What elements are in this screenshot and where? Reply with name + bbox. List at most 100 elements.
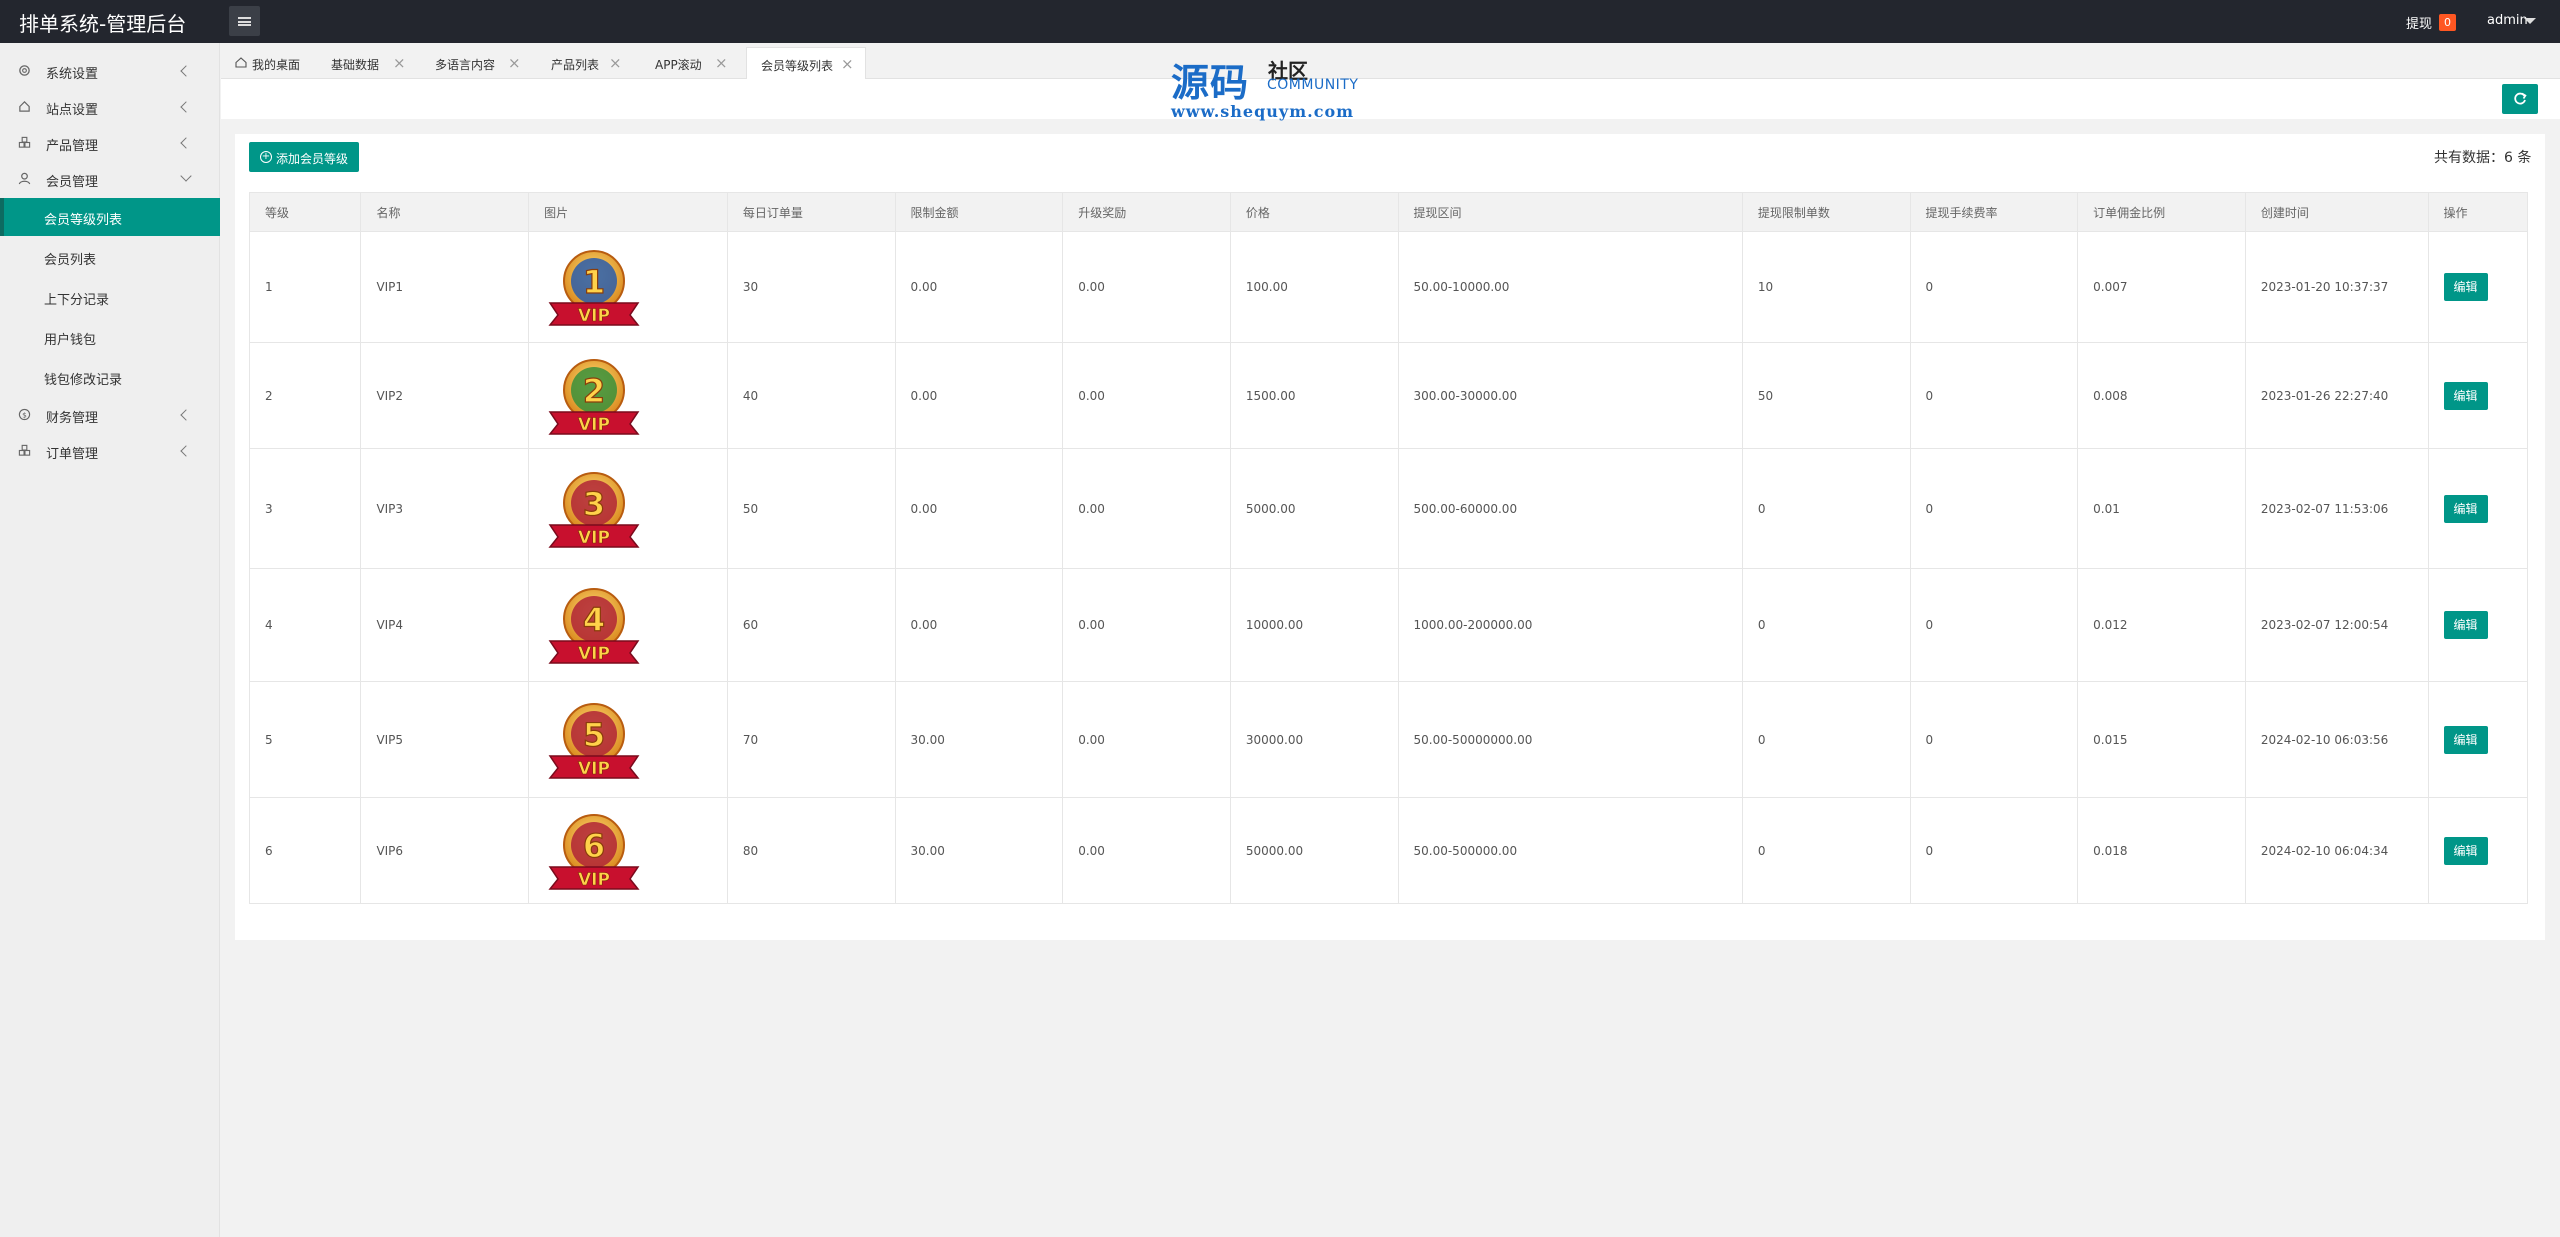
table-cell-price: 10000.00 — [1229, 568, 1399, 682]
column-header: 升级奖励 — [1062, 192, 1231, 232]
edit-button[interactable]: 编辑 — [2443, 836, 2488, 865]
table-cell-actions: 编辑 — [2427, 797, 2529, 904]
table-cell-fee: 0 — [1909, 681, 2079, 798]
column-header: 价格 — [1229, 192, 1399, 232]
svg-text:VIP: VIP — [578, 759, 610, 779]
record-count: 共有数据：6 条 — [2434, 150, 2532, 166]
table-row: 1 VIP1 1 VIP 30 0.00 0.00 100.00 50.00-10000.00 1… — [248, 231, 2529, 343]
sidebar-subitem-balance-records[interactable]: 上下分记录 — [0, 278, 220, 316]
table-cell-limit: 0.00 — [894, 231, 1064, 343]
withdraw-count-badge: 0 — [2439, 14, 2456, 31]
add-member-level-button[interactable]: + 添加会员等级 — [249, 142, 359, 172]
edit-button[interactable]: 编辑 — [2443, 725, 2488, 754]
table-cell-reward: 0.00 — [1062, 681, 1231, 798]
tab-member-levels[interactable]: 会员等级列表 × — [746, 47, 866, 79]
table-row: 6 VIP6 6 VIP 80 30.00 0.00 50000.00 50.00-500000… — [248, 797, 2529, 904]
table-row: 4 VIP4 4 VIP 60 0.00 0.00 10000.00 1000.00-20000… — [248, 568, 2529, 682]
sidebar-subitem-member-list[interactable]: 会员列表 — [0, 238, 220, 276]
edit-button[interactable]: 编辑 — [2443, 381, 2488, 410]
sidebar-subitem-member-levels[interactable]: 会员等级列表 — [0, 198, 220, 236]
top-bar: 排单系统-管理后台 提现 0 admin — [0, 0, 2560, 43]
table-cell-level: 2 — [248, 342, 362, 449]
table-cell-price: 1500.00 — [1229, 342, 1399, 449]
sidebar-item-finance-management[interactable]: $ 财务管理 — [0, 397, 220, 433]
add-button-label: 添加会员等级 — [276, 152, 349, 166]
svg-text:VIP: VIP — [578, 306, 610, 326]
vip-badge-icon: 5 VIP — [548, 702, 640, 779]
watermark-en: COMMUNITY — [1267, 77, 1359, 93]
table-cell-range: 50.00-50000000.00 — [1397, 681, 1743, 798]
tab-basic-data[interactable]: 基础数据 × — [331, 47, 406, 79]
table-cell-fee: 0 — [1909, 797, 2079, 904]
table-cell-fee: 0 — [1909, 568, 2079, 682]
svg-text:4: 4 — [583, 601, 605, 639]
column-header: 每日订单量 — [726, 192, 896, 232]
close-icon[interactable]: × — [841, 55, 854, 73]
table-cell-limit: 0.00 — [894, 342, 1064, 449]
sidebar-subitem-label: 会员列表 — [44, 253, 97, 268]
close-icon[interactable]: × — [508, 54, 521, 72]
vip-image-cell: 6 VIP — [528, 797, 728, 904]
edit-button[interactable]: 编辑 — [2443, 611, 2488, 639]
sidebar-subitem-user-wallet[interactable]: 用户钱包 — [0, 318, 220, 356]
table-cell-price: 50000.00 — [1229, 797, 1399, 904]
tab-bar: 我的桌面 基础数据 × 多语言内容 × 产品列表 × APP滚动 × 会员等级列… — [221, 43, 2560, 79]
tab-label: 产品列表 — [551, 58, 600, 72]
chevron-left-icon — [180, 137, 192, 149]
table-cell-name: VIP1 — [360, 231, 530, 343]
table-cell-created: 2024-02-10 06:03:56 — [2244, 681, 2429, 798]
table-cell-commission: 0.01 — [2077, 448, 2246, 569]
cubes-icon — [18, 136, 31, 148]
tab-app-scroll[interactable]: APP滚动 × — [655, 47, 731, 79]
sidebar-subitem-label: 上下分记录 — [44, 293, 110, 308]
chevron-left-icon — [180, 445, 192, 457]
table-cell-created: 2023-02-07 12:00:54 — [2244, 568, 2429, 682]
edit-button[interactable]: 编辑 — [2443, 494, 2488, 523]
table-cell-wlimit: 0 — [1741, 797, 1911, 904]
tab-my-desktop[interactable]: 我的桌面 — [233, 47, 307, 79]
column-header: 创建时间 — [2244, 192, 2429, 232]
close-icon[interactable]: × — [393, 54, 406, 72]
svg-text:1: 1 — [583, 263, 605, 301]
chevron-down-icon — [180, 170, 192, 182]
caret-down-icon[interactable] — [2524, 18, 2536, 24]
table-cell-created: 2024-02-10 06:04:34 — [2244, 797, 2429, 904]
sidebar-item-system-settings[interactable]: 系统设置 — [0, 53, 220, 89]
svg-text:VIP: VIP — [578, 528, 610, 548]
close-icon[interactable]: × — [715, 54, 728, 72]
sidebar-item-product-management[interactable]: 产品管理 — [0, 125, 220, 161]
refresh-icon — [2514, 92, 2527, 105]
table-cell-actions: 编辑 — [2427, 568, 2529, 682]
sidebar-item-member-management[interactable]: 会员管理 — [0, 161, 220, 197]
table-cell-reward: 0.00 — [1062, 342, 1231, 449]
vip-badge-icon: 4 VIP — [548, 588, 640, 664]
table-cell-reward: 0.00 — [1062, 568, 1231, 682]
table-cell-fee: 0 — [1909, 342, 2079, 449]
sidebar-subitem-wallet-edit-records[interactable]: 钱包修改记录 — [0, 358, 220, 396]
edit-button[interactable]: 编辑 — [2443, 273, 2488, 301]
sidebar-item-order-management[interactable]: 订单管理 — [0, 433, 220, 469]
close-icon[interactable]: × — [609, 54, 622, 72]
column-header: 提现区间 — [1397, 192, 1743, 232]
sidebar-item-site-settings[interactable]: 站点设置 — [0, 89, 220, 125]
column-header: 图片 — [528, 192, 728, 232]
refresh-button[interactable] — [2502, 84, 2538, 114]
withdraw-link[interactable]: 提现 — [2406, 13, 2432, 32]
table-row: 5 VIP5 5 VIP 70 30.00 0.00 30000.00 50.00-500000… — [248, 681, 2529, 798]
table-cell-wlimit: 0 — [1741, 568, 1911, 682]
tab-product-list[interactable]: 产品列表 × — [551, 47, 623, 79]
dollar-icon: $ — [18, 408, 31, 421]
menu-toggle-button[interactable] — [229, 6, 260, 36]
svg-text:2: 2 — [583, 372, 605, 410]
table-cell-actions: 编辑 — [2427, 448, 2529, 569]
table-cell-level: 4 — [248, 568, 362, 682]
table-cell-price: 5000.00 — [1229, 448, 1399, 569]
tab-multilang-content[interactable]: 多语言内容 × — [435, 47, 531, 79]
user-menu[interactable]: admin — [2487, 13, 2528, 28]
svg-text:VIP: VIP — [578, 415, 610, 435]
svg-text:3: 3 — [583, 485, 605, 523]
svg-text:5: 5 — [583, 716, 605, 754]
table-cell-daily: 60 — [726, 568, 896, 682]
table-cell-limit: 0.00 — [894, 568, 1064, 682]
sidebar: 系统设置 站点设置 产品管理 会员管理 会员等级列表 会员列表 上下分记录 用户… — [0, 43, 220, 1237]
